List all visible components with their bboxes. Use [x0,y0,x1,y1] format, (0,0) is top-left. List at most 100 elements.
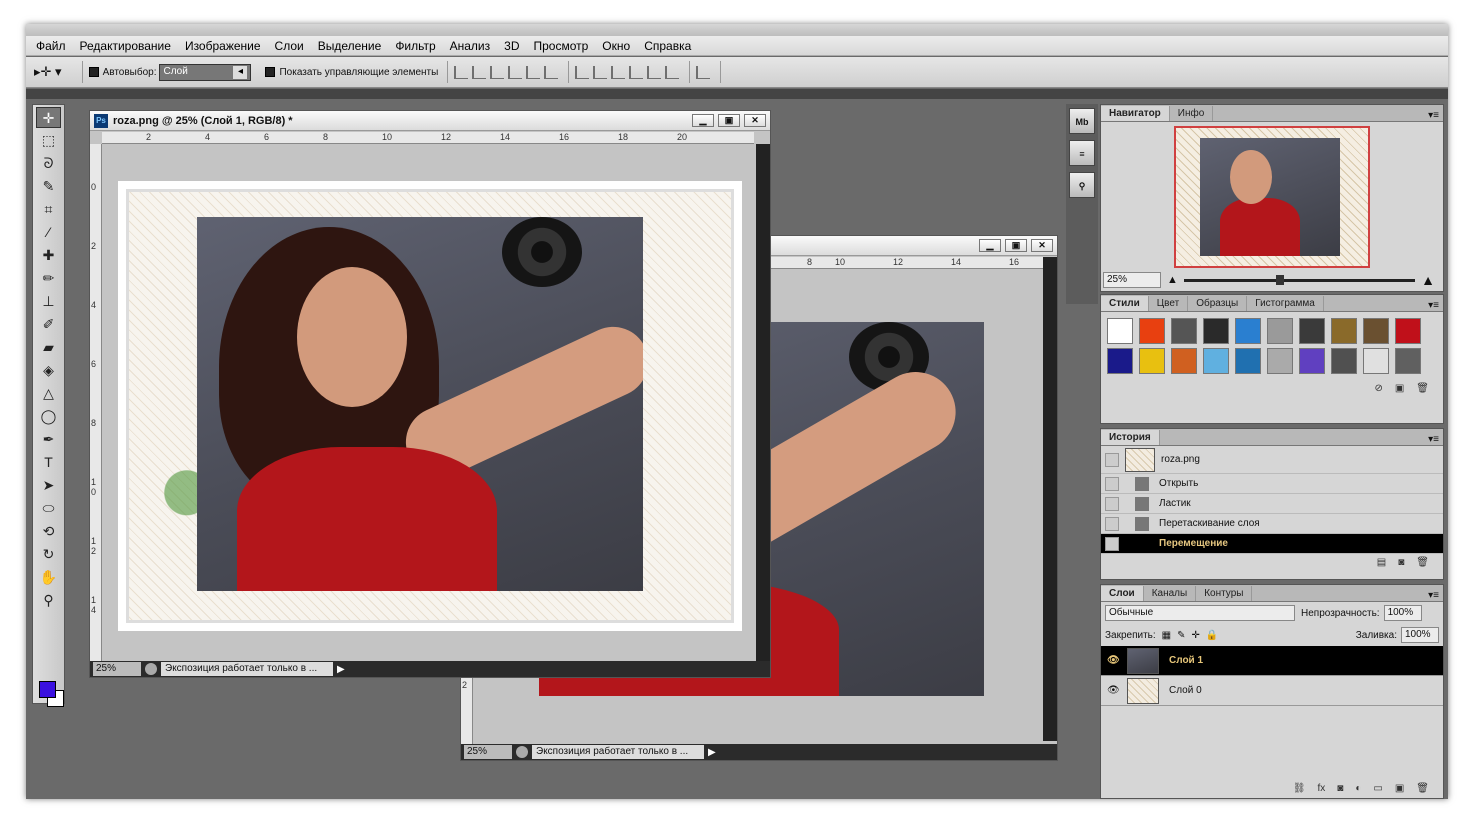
eye-icon[interactable]: 👁 [1107,685,1121,696]
tab-paths[interactable]: Контуры [1196,586,1253,601]
zoom-out-icon[interactable]: ▲ [1167,274,1178,286]
clear-style-icon[interactable]: ⊘ [1374,383,1382,394]
style-swatch[interactable] [1395,318,1421,344]
navigator-thumbnail[interactable] [1174,126,1370,268]
delete-icon[interactable]: 🗑 [1416,557,1429,568]
history-source-box[interactable] [1105,476,1119,491]
vertical-scrollbar[interactable] [1043,257,1057,741]
brush-presets-icon[interactable]: ≡ [1069,140,1095,166]
tab-channels[interactable]: Каналы [1144,586,1197,601]
menu-help[interactable]: Справка [644,39,691,53]
style-swatch[interactable] [1235,318,1261,344]
crop-icon[interactable]: ⌗ [36,199,61,220]
move-tool-preset-icon[interactable]: ▸✛ ▾ [34,64,62,80]
link-layers-icon[interactable]: ⛓ [1293,783,1306,794]
tab-swatches[interactable]: Образцы [1188,296,1248,311]
stamp-icon[interactable]: ⊥ [36,291,61,312]
path-select-icon[interactable]: ➤ [36,475,61,496]
style-swatch[interactable] [1299,348,1325,374]
eye-icon[interactable]: 👁 [1107,655,1121,666]
tab-styles[interactable]: Стили [1101,296,1149,311]
zoom-icon[interactable]: ⚲ [36,590,61,611]
lasso-icon[interactable]: ᘐ [36,153,61,174]
align-right-icon[interactable] [544,65,559,79]
distribute-top-icon[interactable] [575,65,590,79]
layer-name[interactable]: Слой 0 [1169,685,1202,696]
menu-filter[interactable]: Фильтр [395,39,435,53]
history-item[interactable]: Перетаскивание слоя [1101,514,1443,534]
menu-3d[interactable]: 3D [504,39,519,53]
style-swatch[interactable] [1331,318,1357,344]
close-icon[interactable]: ✕ [1031,239,1053,252]
tab-histogram[interactable]: Гистограмма [1247,296,1324,311]
new-layer-icon[interactable]: ▣ [1395,783,1404,794]
zoom-field[interactable]: 25% [464,745,512,759]
menu-window[interactable]: Окно [602,39,630,53]
align-top-icon[interactable] [454,65,469,79]
style-swatch[interactable] [1299,318,1325,344]
menu-select[interactable]: Выделение [318,39,382,53]
autoselect-checkbox[interactable] [88,67,99,77]
menu-edit[interactable]: Редактирование [80,39,171,53]
align-hcenter-icon[interactable] [526,65,541,79]
history-item[interactable]: Открыть [1101,474,1443,494]
brush-icon[interactable]: ✏ [36,268,61,289]
healing-icon[interactable]: ✚ [36,245,61,266]
auto-align-icon[interactable] [696,65,711,79]
layer-mask-icon[interactable]: ◙ [1337,783,1343,794]
style-swatch[interactable] [1171,348,1197,374]
menu-image[interactable]: Изображение [185,39,261,53]
align-vcenter-icon[interactable] [472,65,487,79]
distribute-right-icon[interactable] [665,65,680,79]
navigator-zoom-field[interactable]: 25% [1103,272,1161,288]
layer-row[interactable]: 👁 Слой 0 [1101,676,1443,706]
panel-menu-icon[interactable]: ▾≡ [1428,590,1439,601]
lock-position-icon[interactable]: ✛ [1192,630,1200,641]
marquee-icon[interactable]: ⬚ [36,130,61,151]
menu-view[interactable]: Просмотр [533,39,588,53]
history-source-box[interactable] [1105,516,1119,531]
shape-icon[interactable]: ⬭ [36,498,61,519]
distribute-hcenter-icon[interactable] [647,65,662,79]
zoom-in-icon[interactable]: ▲ [1421,272,1435,288]
3d-orbit-icon[interactable]: ↻ [36,544,61,565]
history-brush-icon[interactable]: ✐ [36,314,61,335]
canvas-photo-1[interactable] [197,217,643,591]
style-swatch[interactable] [1203,318,1229,344]
align-left-icon[interactable] [508,65,523,79]
distribute-left-icon[interactable] [629,65,644,79]
autoselect-dropdown[interactable]: Слой ◂ [159,63,252,81]
status-arrow-icon[interactable]: ▶ [337,664,345,675]
new-style-icon[interactable]: ▣ [1395,383,1404,394]
new-snapshot-icon[interactable]: ◙ [1398,557,1404,568]
style-swatch[interactable] [1267,348,1293,374]
style-swatch[interactable] [1235,348,1261,374]
tab-history[interactable]: История [1101,430,1160,445]
bucket-icon[interactable]: ◈ [36,360,61,381]
history-snapshot[interactable]: roza.png [1101,446,1443,474]
new-document-icon[interactable]: ▤ [1377,557,1386,568]
opacity-field[interactable]: 100% [1383,605,1422,621]
quick-select-icon[interactable]: ✎ [36,176,61,197]
panel-menu-icon[interactable]: ▾≡ [1428,300,1439,311]
blur-icon[interactable]: △ [36,383,61,404]
document-window-1[interactable]: Ps roza.png @ 25% (Слой 1, RGB/8) * ▁ ▣ … [89,110,771,678]
tab-color[interactable]: Цвет [1149,296,1189,311]
style-swatch[interactable] [1171,318,1197,344]
mini-bridge-icon[interactable]: Mb [1069,108,1095,134]
dodge-icon[interactable]: ◯ [36,406,61,427]
foreground-color-swatch[interactable] [39,681,56,698]
align-bottom-icon[interactable] [490,65,505,79]
style-swatch[interactable] [1139,348,1165,374]
tab-layers[interactable]: Слои [1101,586,1144,601]
style-swatch[interactable] [1203,348,1229,374]
lock-transparency-icon[interactable]: ▦ [1162,630,1171,641]
layer-name[interactable]: Слой 1 [1169,655,1203,666]
adjustment-layer-icon[interactable]: ◐ [1355,783,1361,794]
status-text[interactable]: Экспозиция работает только в ... [532,745,704,759]
slider-handle[interactable] [1276,274,1285,285]
history-source-box[interactable] [1105,536,1119,551]
maximize-icon[interactable]: ▣ [718,114,740,127]
status-arrow-icon[interactable]: ▶ [708,747,716,758]
show-controls-checkbox[interactable] [265,67,276,77]
